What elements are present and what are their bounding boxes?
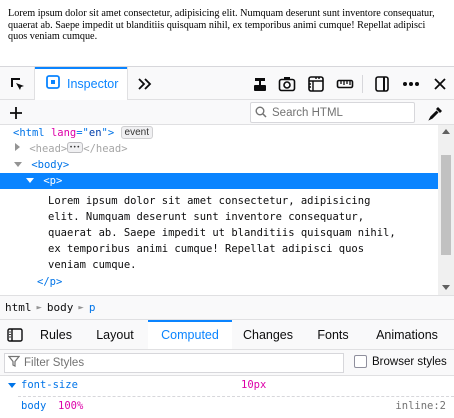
iframe-picker-icon[interactable] <box>249 67 271 100</box>
filter-styles-row: Filter Styles Browser styles <box>0 350 454 376</box>
head-close-tag: </head> <box>83 143 128 155</box>
property-value: 10px <box>241 379 267 391</box>
close-icon[interactable] <box>429 67 451 100</box>
matched-rule-row[interactable]: body 100% inline:2 <box>18 396 454 414</box>
measure-ruler-icon[interactable] <box>334 67 356 100</box>
toolbar-divider <box>362 75 363 93</box>
screenshot-camera-icon[interactable] <box>276 67 298 100</box>
tab-inspector[interactable]: Inspector <box>34 67 128 100</box>
rulers-icon[interactable] <box>305 67 327 100</box>
breadcrumb-html[interactable]: html <box>0 301 37 314</box>
sidebar-tabs: Rules Layout Computed Changes Fonts Anim… <box>0 320 454 350</box>
computed-property-row[interactable]: font-size 10px <box>0 376 454 395</box>
html-attr-name: lang <box>50 127 77 139</box>
html-open-tag: <html <box>13 127 45 139</box>
html-attr-close: "> <box>101 127 115 139</box>
markup-tree: <html lang="en"> event <head> </head> <bo… <box>0 125 438 295</box>
html-attr-value: en <box>88 127 102 139</box>
html-node[interactable]: <html lang="en"> event <box>0 125 438 141</box>
p-open-tag: <p> <box>43 175 63 187</box>
tab-inspector-label: Inspector <box>67 76 119 91</box>
inspector-icon <box>45 74 61 94</box>
breadcrumb-p[interactable]: p <box>84 301 101 314</box>
collapse-body-icon[interactable] <box>14 162 22 167</box>
toggle-sidebar-icon[interactable] <box>4 320 26 349</box>
browser-styles-label: Browser styles <box>372 355 447 368</box>
p-node-selected[interactable]: <p> <box>0 173 438 189</box>
browser-styles-toggle[interactable]: Browser styles <box>354 355 447 368</box>
html-attr-eq: =" <box>76 127 89 139</box>
tab-animations[interactable]: Animations <box>362 320 452 349</box>
event-badge[interactable]: event <box>120 126 153 139</box>
search-html-input[interactable]: Search HTML <box>250 102 415 123</box>
tab-fonts[interactable]: Fonts <box>306 320 360 349</box>
tab-changes[interactable]: Changes <box>234 320 302 349</box>
head-node[interactable]: <head> </head> <box>0 140 438 157</box>
tab-rules[interactable]: Rules <box>32 320 80 349</box>
expand-property-icon[interactable] <box>8 383 16 388</box>
more-tools-chevron-icon[interactable] <box>134 67 156 100</box>
page-paragraph: Lorem ipsum dolor sit amet consectetur, … <box>8 8 435 42</box>
filter-styles-input[interactable]: Filter Styles <box>4 353 344 373</box>
breadcrumb: html ► body ► p <box>0 295 454 320</box>
markup-search-bar: Search HTML <box>0 100 454 125</box>
search-placeholder: Search HTML <box>272 106 343 119</box>
markup-scrollbar-thumb[interactable] <box>441 155 451 255</box>
body-open-tag: <body> <box>31 159 70 171</box>
property-name: font-size <box>21 379 78 391</box>
matched-value: 100% <box>58 400 84 412</box>
filter-placeholder: Filter Styles <box>24 357 85 369</box>
matched-selector[interactable]: body <box>21 397 46 415</box>
p-close-node[interactable]: </p> <box>0 274 438 290</box>
p-close-tag: </p> <box>37 276 63 288</box>
browser-styles-checkbox[interactable] <box>354 355 367 368</box>
tab-layout[interactable]: Layout <box>84 320 146 349</box>
dock-side-icon[interactable] <box>371 67 393 100</box>
filter-funnel-icon <box>7 354 21 372</box>
element-picker-icon[interactable] <box>6 67 28 100</box>
search-icon <box>255 103 267 122</box>
head-open-tag: <head> <box>29 143 68 155</box>
collapse-p-icon[interactable] <box>26 178 34 183</box>
scroll-down-arrow-icon[interactable] <box>442 285 450 290</box>
more-options-icon[interactable] <box>400 67 422 100</box>
computed-properties: font-size 10px body 100% inline:2 <box>0 376 454 418</box>
collapsed-ellipsis-icon[interactable] <box>67 140 84 156</box>
tab-computed[interactable]: Computed <box>148 320 232 349</box>
expand-head-icon[interactable] <box>15 143 20 151</box>
scroll-up-arrow-icon[interactable] <box>442 129 450 134</box>
breadcrumb-body[interactable]: body <box>42 301 79 314</box>
matched-source-link[interactable]: inline:2 <box>395 397 446 415</box>
devtools-panel: Inspector Search HTML <html lang="en"> e… <box>0 66 454 418</box>
add-node-plus-icon[interactable] <box>6 100 26 125</box>
p-text-node[interactable]: Lorem ipsum dolor sit amet consectetur, … <box>48 193 438 273</box>
eyedropper-icon[interactable] <box>426 100 446 125</box>
body-node[interactable]: <body> <box>0 157 438 173</box>
toolbox-toolbar: Inspector <box>0 66 454 100</box>
